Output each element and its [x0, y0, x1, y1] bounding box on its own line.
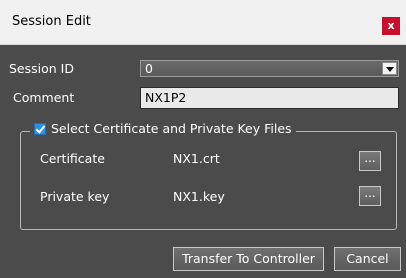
comment-label: Comment	[13, 90, 75, 105]
certificate-file-value: NX1.crt	[173, 151, 220, 166]
certificate-label: Certificate	[40, 151, 105, 166]
session-id-label: Session ID	[9, 61, 74, 76]
private-key-file-value: NX1.key	[173, 189, 225, 204]
cancel-button[interactable]: Cancel	[334, 247, 401, 271]
transfer-to-controller-button[interactable]: Transfer To Controller	[173, 247, 324, 271]
comment-input[interactable]: NX1P2	[140, 87, 399, 109]
select-cert-label: Select Certificate and Private Key Files	[51, 121, 292, 136]
private-key-browse-button[interactable]: ...	[359, 186, 381, 206]
title-bar: Session Edit x	[0, 0, 406, 45]
certificate-group-legend: Select Certificate and Private Key Files	[30, 121, 296, 136]
dialog-title: Session Edit	[12, 14, 91, 29]
certificate-group	[20, 131, 397, 230]
session-id-value: 0	[145, 61, 153, 76]
session-id-select[interactable]: 0	[140, 60, 399, 77]
private-key-label: Private key	[40, 189, 110, 204]
session-edit-dialog: Session Edit x Session ID 0 Comment NX1P…	[0, 0, 406, 278]
chevron-down-icon[interactable]	[382, 62, 397, 75]
certificate-browse-button[interactable]: ...	[359, 151, 381, 171]
select-cert-checkbox[interactable]	[34, 122, 46, 135]
close-button[interactable]: x	[382, 17, 400, 35]
